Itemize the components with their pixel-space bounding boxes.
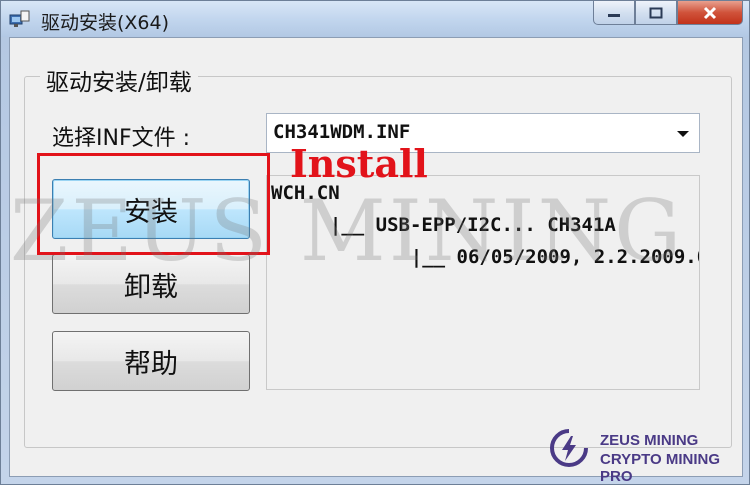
groupbox-label: 驱动安装/卸载 — [40, 63, 198, 97]
minimize-button[interactable] — [593, 1, 635, 25]
install-annotation: Install — [290, 141, 428, 186]
caption-buttons — [593, 1, 743, 27]
logo-title: ZEUS MINING — [600, 432, 699, 449]
app-icon — [9, 10, 30, 27]
close-button[interactable] — [677, 1, 743, 25]
logo-subtitle: CRYPTO MINING PRO — [600, 451, 721, 485]
title-bar[interactable]: 驱动安装(X64) — [1, 1, 749, 37]
maximize-button[interactable] — [635, 1, 677, 25]
window-title: 驱动安装(X64) — [41, 12, 170, 34]
chevron-down-icon[interactable] — [677, 131, 689, 137]
help-button[interactable]: 帮助 — [52, 331, 250, 391]
minimize-icon — [608, 13, 620, 17]
close-icon — [703, 6, 717, 19]
inf-file-value: CH341WDM.INF — [273, 121, 411, 143]
maximize-icon — [649, 7, 663, 18]
lightning-logo-icon — [550, 429, 588, 467]
inf-select-label: 选择INF文件 : — [52, 126, 191, 151]
watermark-text: ZEUS MINING — [10, 182, 685, 280]
